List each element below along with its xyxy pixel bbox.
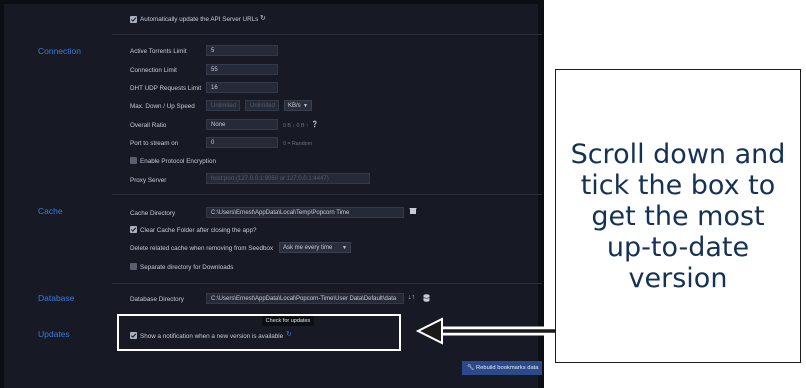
clear-cache-checkbox[interactable] bbox=[130, 226, 137, 233]
window-border-top bbox=[0, 0, 544, 4]
database-directory-label: Database Directory bbox=[130, 296, 184, 303]
rebuild-bookmarks-label: Rebuild bookmarks data bbox=[475, 365, 539, 371]
help-icon[interactable]: ❔ bbox=[311, 121, 318, 129]
speed-unit-select[interactable]: KB/s ▼ bbox=[284, 100, 312, 111]
wrench-icon: 🔧︎ bbox=[467, 365, 475, 371]
up-speed-input[interactable]: Unlimited bbox=[245, 100, 279, 111]
section-divider bbox=[112, 283, 542, 284]
seedbox-cache-label: Delete related cache when removing from … bbox=[130, 245, 274, 252]
down-speed-input[interactable]: Unlimited bbox=[206, 100, 240, 111]
callout-text: Scroll down and tick the box to get the … bbox=[570, 138, 786, 294]
cache-directory-label: Cache Directory bbox=[130, 210, 176, 217]
proxy-input[interactable]: host:port (127.0.0.1:9050 or 127.0.0.1:4… bbox=[206, 173, 370, 184]
protocol-encryption-checkbox[interactable] bbox=[130, 157, 137, 164]
arrow-left-icon bbox=[416, 317, 556, 345]
highlight-box bbox=[117, 314, 401, 351]
auto-update-api-checkbox[interactable] bbox=[130, 16, 137, 23]
connection-limit-label: Connection Limit bbox=[130, 67, 177, 74]
cache-directory-input[interactable]: C:\Users\Ernest\AppData\Local\Temp\Popco… bbox=[206, 207, 404, 218]
auto-update-api-label: Automatically update the API Server URLs bbox=[140, 16, 259, 23]
ratio-info: 0 B ↓ 0 B ↑ bbox=[283, 123, 309, 129]
clear-cache-label: Clear Cache Folder after closing the app… bbox=[140, 227, 257, 234]
database-directory-input[interactable]: C:\Users\Ernest\AppData\Local\Popcorn-Ti… bbox=[206, 293, 404, 304]
dht-limit-input[interactable]: 16 bbox=[206, 82, 278, 93]
database-icon[interactable] bbox=[423, 294, 430, 305]
overall-ratio-input[interactable]: None bbox=[206, 119, 278, 130]
section-divider bbox=[112, 194, 542, 195]
section-title-connection: Connection bbox=[38, 46, 82, 56]
rebuild-bookmarks-button[interactable]: 🔧︎ Rebuild bookmarks data bbox=[462, 361, 542, 375]
active-torrents-label: Active Torrents Limit bbox=[130, 48, 187, 55]
connection-limit-input[interactable]: 55 bbox=[206, 64, 278, 75]
chevron-down-icon: ▼ bbox=[303, 103, 308, 109]
folder-icon[interactable] bbox=[409, 207, 417, 218]
instruction-callout: Scroll down and tick the box to get the … bbox=[555, 69, 801, 363]
refresh-icon[interactable]: ↻ bbox=[260, 15, 266, 23]
section-title-updates: Updates bbox=[38, 329, 70, 339]
seedbox-cache-value: Ask me every time bbox=[283, 245, 333, 251]
overall-ratio-label: Overall Ratio bbox=[130, 122, 167, 129]
active-torrents-input[interactable]: 5 bbox=[206, 45, 278, 56]
section-divider bbox=[112, 34, 542, 35]
dht-limit-label: DHT UDP Requests Limit bbox=[130, 85, 202, 92]
window-border-left bbox=[0, 0, 4, 388]
chevron-down-icon: ▼ bbox=[342, 245, 347, 251]
seedbox-cache-select[interactable]: Ask me every time ▼ bbox=[279, 242, 351, 253]
section-title-cache: Cache bbox=[38, 206, 63, 216]
port-label: Port to stream on bbox=[130, 140, 179, 147]
section-title-database: Database bbox=[38, 293, 75, 303]
port-hint: 0 = Random bbox=[283, 141, 313, 147]
separate-downloads-checkbox[interactable] bbox=[130, 263, 137, 270]
proxy-label: Proxy Server bbox=[130, 177, 167, 184]
port-input[interactable]: 0 bbox=[206, 137, 278, 148]
import-export-icon[interactable]: ↓↑ bbox=[408, 294, 415, 302]
separate-downloads-label: Separate directory for Downloads bbox=[140, 264, 234, 271]
speed-unit-value: KB/s bbox=[288, 103, 301, 109]
speed-label: Max. Down / Up Speed bbox=[130, 103, 195, 110]
protocol-encryption-label: Enable Protocol Encryption bbox=[140, 158, 216, 165]
